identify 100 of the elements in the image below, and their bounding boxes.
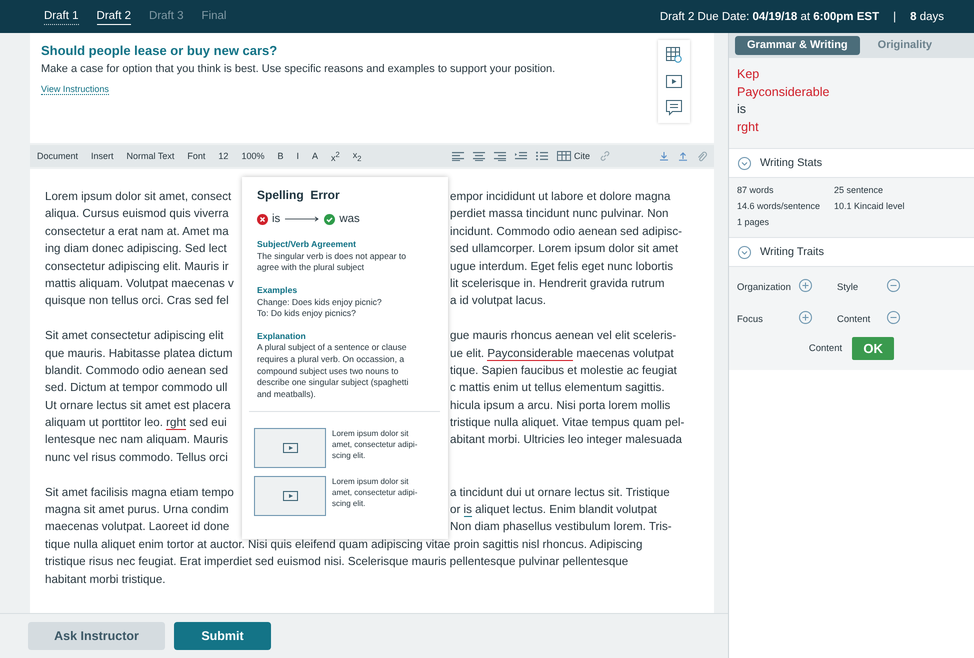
toolbar-item[interactable]: Insert — [91, 151, 114, 161]
essay-text: abitant morbi. Ultricies leo integer malesuada — [450, 432, 682, 448]
prompt-title: Should people lease or buy new cars? — [41, 43, 278, 58]
section-heading: Subject/Verb Agreement — [257, 239, 358, 251]
paperclip-icon[interactable] — [697, 150, 707, 162]
section-text: The singular verb is does not appear to agree with the plural subject — [257, 250, 408, 274]
essay-text: tique nulla aliquet enim tortor at auctor. Nisi quis eleifend quam adipiscing vitae proin sagittis nisl rhoncus. Adipiscing — [45, 538, 642, 551]
essay-text: empor incididunt ut labore et dolore magna — [450, 189, 670, 205]
section-heading: Explanation — [257, 330, 307, 342]
essay-text: consectetur a erat nam at. Amet ma — [45, 224, 229, 240]
grid-icon[interactable] — [666, 47, 682, 63]
minus-icon[interactable] — [887, 279, 900, 292]
link-icon[interactable] — [599, 150, 611, 162]
essay-text: Ut ornare lectus sit amet est placera — [45, 398, 231, 414]
essay-text: quisque non tellus orci. Cras sed fel — [45, 293, 229, 310]
list-icon[interactable] — [536, 151, 548, 161]
video-caption: Lorem ipsum dolor sit amet, consectetur adipi-scing elit. — [332, 428, 418, 462]
comment-icon[interactable] — [666, 100, 682, 116]
essay-text: incidunt. Commodo odio aenean sed adipisc- — [450, 224, 682, 240]
toolbar-item[interactable]: I — [296, 151, 299, 161]
video-thumbnail[interactable] — [254, 428, 326, 468]
toolbar-item[interactable]: A — [312, 151, 318, 161]
essay-text: sed ullamcorper. Lorem ipsum dolor sit amet — [450, 241, 678, 258]
align-left-icon[interactable] — [452, 151, 464, 161]
essay-text: ing diam donec adipiscing. Sed lect — [45, 241, 227, 258]
essay-text: a tincidunt dui ut ornare lectus sit. Tristique — [450, 484, 670, 501]
trait-label: Organization — [737, 282, 792, 292]
section-text: A plural subject of a sentence or clause requires a plural verb. On occassion, a compound subject uses two nouns to describe one singular subject (spaghetti and meatballs). — [257, 342, 410, 400]
essay-text: tique. Sapien faucibus et molestie ac feugiat — [450, 362, 677, 379]
plus-icon[interactable] — [799, 279, 812, 292]
section-title: Writing Stats — [760, 157, 822, 169]
error-icon — [257, 214, 268, 225]
trait-label: Focus — [737, 314, 764, 324]
trait-label: Style — [837, 282, 860, 292]
play-icon — [282, 491, 298, 502]
align-center-icon[interactable] — [472, 151, 485, 161]
essay-text: tristique nulla aliquet. Vitae tempus quam pel- — [450, 415, 684, 432]
section-heading: Examples — [257, 284, 298, 297]
plus-icon[interactable] — [799, 311, 812, 324]
cite-button[interactable]: Cite — [574, 151, 590, 161]
stat-text: 1 pages — [737, 217, 770, 227]
wrong-word: is — [272, 214, 280, 226]
video-icon[interactable] — [666, 75, 682, 88]
essay-text: blandit. Commodo odio aenean sed — [45, 362, 228, 379]
essay-text: tristique risus nec feugiat. Erat imperdiet sed euismod nisi. Scelerisque mauris pellentesque pulvinar pellentesque — [45, 555, 628, 568]
essay-text: habitant morbi tristique. — [45, 572, 166, 588]
section-text: Change: Does kids enjoy picnic? To: Do kids enjoy picnics? — [257, 296, 383, 320]
instructions-link[interactable]: View Instructions — [41, 84, 109, 95]
download-icon[interactable] — [659, 151, 669, 161]
ok-button[interactable]: OK — [852, 337, 894, 360]
essay-text: lentesque nec nam aliquam. Mauris — [45, 432, 228, 448]
essay-text: Lorem ipsum dolor sit amet, consect — [45, 189, 232, 205]
align-right-icon[interactable] — [494, 151, 506, 161]
essay-text: Sit amet consectetur adipiscing elit — [45, 328, 224, 344]
essay-text: magna sit amet purus. Urna condim — [45, 502, 229, 518]
toolbar-item[interactable]: Normal Text — [126, 151, 174, 161]
draft-tab[interactable]: Draft 1 — [44, 8, 79, 25]
chevron-icon[interactable] — [738, 156, 751, 170]
flagged-word[interactable]: is — [737, 102, 746, 116]
submit-button[interactable]: Submit — [174, 622, 271, 650]
prompt-text: Make a case for option that you think is best. Use specific reasons and examples to support your position. — [41, 63, 556, 75]
days-left: 8 days — [910, 10, 944, 22]
chevron-icon[interactable] — [738, 246, 751, 258]
toolbar-item[interactable]: x$^{2}$ — [331, 150, 340, 162]
toolbar-item[interactable]: Document — [37, 151, 78, 161]
essay-text: lit scelerisque in. Hendrerit gravida rutrum — [450, 276, 665, 292]
indent-icon[interactable] — [514, 151, 527, 161]
essay-text: nunc vel risus commodo. Tellus orci — [45, 450, 228, 466]
essay-text: que mauris. Habitasse platea dictum — [45, 346, 233, 362]
essay-text: aliquam ut porttitor leo. rght sed eui — [45, 415, 227, 432]
essay-text: ue elit. Payconsiderable maecenas volutpat — [450, 346, 674, 362]
flagged-word[interactable]: Payconsiderable — [737, 84, 830, 98]
essay-text: Non diam phasellus vestibulum lorem. Tris- — [450, 519, 672, 536]
flagged-word[interactable]: Kep — [737, 67, 760, 81]
minus-icon[interactable] — [887, 311, 900, 324]
essay-text: ugue interdum. Eget felis eget nunc lobortis — [450, 258, 673, 275]
table-icon[interactable] — [556, 151, 571, 161]
toolbar-item[interactable]: Font — [187, 151, 206, 161]
draft-tab[interactable]: Draft 2 — [96, 8, 132, 25]
instructor-button[interactable]: Ask Instructor — [28, 622, 165, 650]
stat-text: 87 words — [737, 185, 775, 195]
video-thumbnail[interactable] — [254, 476, 326, 516]
toolbar-item[interactable]: 100% — [241, 151, 264, 161]
essay-text: gue mauris rhoncus aenean vel elit sceleris- — [450, 328, 676, 344]
toolbar-item[interactable]: B — [277, 151, 284, 161]
upload-icon[interactable] — [678, 151, 688, 161]
toolbar-item[interactable]: x$_{2}$ — [352, 150, 362, 162]
panel-tab[interactable]: Grammar & Writing — [735, 36, 860, 55]
essay-text: or is aliquet lectus. Enim blandit volutpat — [450, 502, 657, 518]
section-title: Writing Traits — [760, 246, 824, 258]
video-caption: Lorem ipsum dolor sit amet, consectetur adipi-scing elit. — [332, 476, 418, 510]
flagged-word[interactable]: rght — [737, 120, 759, 134]
check-icon — [324, 214, 336, 225]
essay-text: aliqua. Cursus euismod quis viverra — [45, 206, 229, 222]
arrow-icon — [284, 216, 320, 222]
essay-text: mattis aliquam. Volutpat maecenas v — [45, 276, 234, 292]
stat-text: 10.1 Kincaid level — [834, 201, 906, 211]
separator: | — [893, 10, 896, 22]
essay-text: perdiet massa tincidunt nunc pulvinar. Non — [450, 206, 668, 222]
toolbar-item[interactable]: 12 — [218, 151, 228, 161]
